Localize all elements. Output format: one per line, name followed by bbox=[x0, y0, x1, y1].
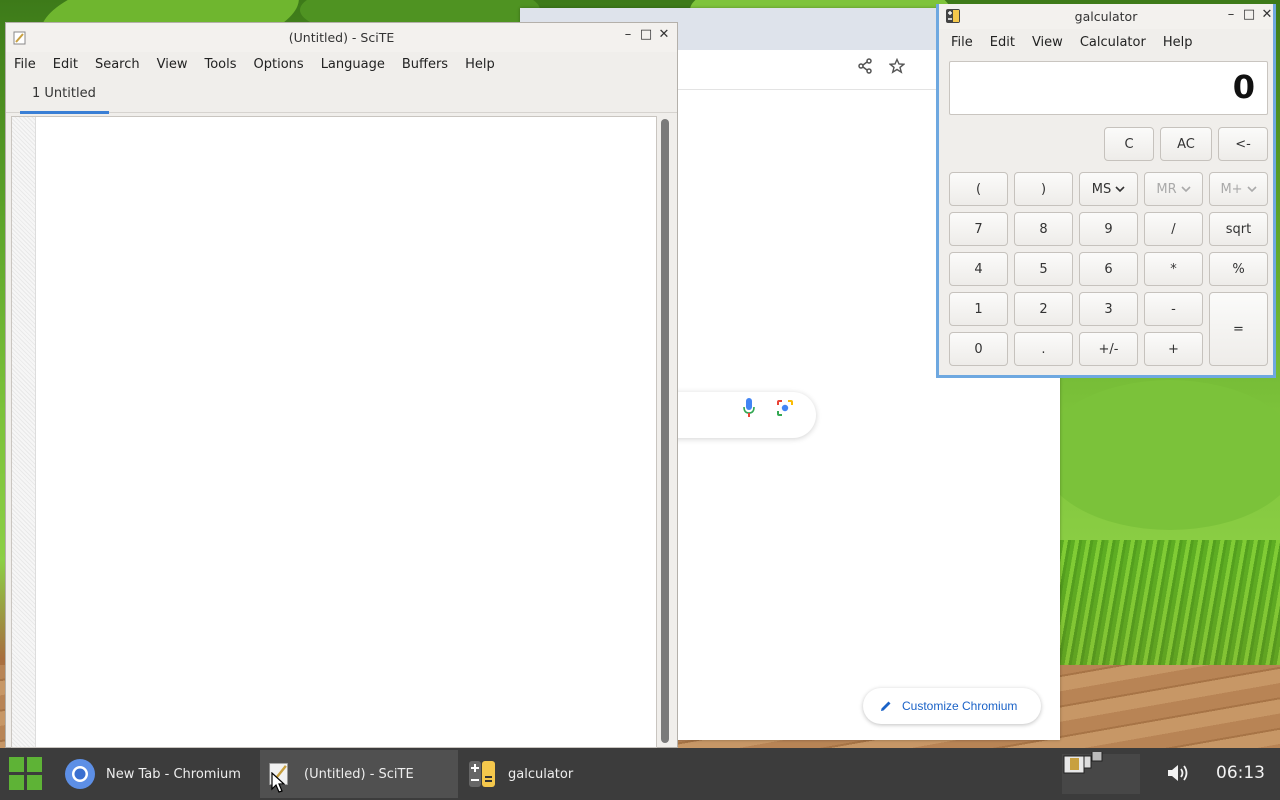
active-tab-indicator bbox=[20, 111, 109, 114]
task-label: galculator bbox=[508, 766, 574, 782]
chevron-down-icon bbox=[1115, 185, 1125, 192]
scite-titlebar[interactable]: (Untitled) - SciTE – □ ✕ bbox=[6, 23, 677, 52]
star-icon[interactable] bbox=[886, 57, 908, 80]
taskbar-item-scite[interactable]: (Untitled) - SciTE bbox=[260, 750, 458, 798]
divide-button[interactable]: / bbox=[1144, 212, 1203, 246]
menu-calculator[interactable]: Calculator bbox=[1080, 35, 1146, 50]
all-clear-button[interactable]: AC bbox=[1160, 127, 1212, 161]
digit-0-button[interactable]: 0 bbox=[949, 332, 1008, 366]
menu-buffers[interactable]: Buffers bbox=[402, 57, 448, 72]
taskbar-item-chromium[interactable]: New Tab - Chromium bbox=[58, 750, 258, 798]
workspace-pager[interactable] bbox=[1062, 752, 1140, 796]
sign-toggle-button[interactable]: +/- bbox=[1079, 332, 1138, 366]
digit-9-button[interactable]: 9 bbox=[1079, 212, 1138, 246]
menu-edit[interactable]: Edit bbox=[990, 35, 1015, 50]
chevron-down-icon bbox=[1246, 185, 1257, 192]
buffer-tab-untitled[interactable]: 1 Untitled bbox=[20, 86, 108, 112]
menu-tools[interactable]: Tools bbox=[204, 57, 236, 72]
digit-2-button[interactable]: 2 bbox=[1014, 292, 1073, 326]
menu-options[interactable]: Options bbox=[254, 57, 304, 72]
window-title: (Untitled) - SciTE bbox=[288, 30, 395, 45]
scite-window: (Untitled) - SciTE – □ ✕ File Edit Searc… bbox=[5, 22, 678, 748]
text-editor-area[interactable] bbox=[11, 116, 657, 748]
customize-label: Customize Chromium bbox=[902, 699, 1018, 713]
memory-add-button[interactable]: M+ bbox=[1209, 172, 1268, 206]
subtract-button[interactable]: - bbox=[1144, 292, 1203, 326]
taskbar: New Tab - Chromium (Untitled) - SciTE ga… bbox=[0, 748, 1280, 800]
taskbar-item-galculator[interactable]: galculator bbox=[460, 750, 658, 798]
mic-icon[interactable] bbox=[742, 397, 756, 419]
volume-icon[interactable] bbox=[1166, 762, 1190, 784]
display-value: 0 bbox=[1232, 68, 1255, 106]
digit-8-button[interactable]: 8 bbox=[1014, 212, 1073, 246]
memory-recall-button[interactable]: MR bbox=[1144, 172, 1203, 206]
menu-view[interactable]: View bbox=[1032, 35, 1063, 50]
menu-edit[interactable]: Edit bbox=[53, 57, 78, 72]
menu-file[interactable]: File bbox=[14, 57, 36, 72]
line-number-margin bbox=[12, 117, 36, 747]
clock[interactable]: 06:13 bbox=[1216, 763, 1265, 783]
share-icon[interactable] bbox=[854, 58, 876, 80]
scite-menubar: File Edit Search View Tools Options Lang… bbox=[6, 52, 677, 77]
open-paren-button[interactable]: ( bbox=[949, 172, 1008, 206]
minimize-icon[interactable]: – bbox=[1223, 7, 1239, 22]
menu-file[interactable]: File bbox=[951, 35, 973, 50]
memory-recall-label: MR bbox=[1156, 181, 1177, 197]
digit-4-button[interactable]: 4 bbox=[949, 252, 1008, 286]
calculator-display: 0 bbox=[949, 61, 1268, 115]
menu-search[interactable]: Search bbox=[95, 57, 140, 72]
digit-1-button[interactable]: 1 bbox=[949, 292, 1008, 326]
maximize-icon[interactable]: □ bbox=[1241, 7, 1257, 22]
memory-save-label: MS bbox=[1091, 181, 1112, 197]
backspace-button[interactable]: <- bbox=[1218, 127, 1268, 161]
memory-save-button[interactable]: MS bbox=[1079, 172, 1138, 206]
menu-view[interactable]: View bbox=[157, 57, 188, 72]
galculator-window: galculator – □ ✕ File Edit View Calculat… bbox=[936, 4, 1276, 378]
pencil-icon bbox=[881, 701, 891, 711]
menu-help[interactable]: Help bbox=[1163, 35, 1193, 50]
start-menu-button[interactable] bbox=[9, 757, 43, 791]
maximize-icon[interactable]: □ bbox=[638, 27, 654, 42]
memory-add-label: M+ bbox=[1220, 181, 1243, 197]
minimize-icon[interactable]: – bbox=[620, 27, 636, 42]
equals-button[interactable]: = bbox=[1209, 292, 1268, 366]
digit-7-button[interactable]: 7 bbox=[949, 212, 1008, 246]
task-label: (Untitled) - SciTE bbox=[304, 766, 414, 782]
digit-5-button[interactable]: 5 bbox=[1014, 252, 1073, 286]
editor-scrollbar[interactable] bbox=[661, 119, 669, 743]
digit-3-button[interactable]: 3 bbox=[1079, 292, 1138, 326]
close-paren-button[interactable]: ) bbox=[1014, 172, 1073, 206]
mouse-cursor bbox=[271, 772, 285, 793]
decimal-point-button[interactable]: . bbox=[1014, 332, 1073, 366]
task-label: New Tab - Chromium bbox=[106, 766, 241, 782]
galculator-titlebar[interactable]: galculator – □ ✕ bbox=[939, 4, 1273, 29]
close-icon[interactable]: ✕ bbox=[1259, 7, 1275, 22]
add-button[interactable]: + bbox=[1144, 332, 1203, 366]
galculator-menubar: File Edit View Calculator Help bbox=[939, 29, 1273, 55]
clear-button[interactable]: C bbox=[1104, 127, 1154, 161]
buffer-tabbar: 1 Untitled bbox=[6, 77, 677, 113]
menu-language[interactable]: Language bbox=[321, 57, 385, 72]
menu-help[interactable]: Help bbox=[465, 57, 495, 72]
lens-icon[interactable] bbox=[776, 399, 794, 417]
digit-6-button[interactable]: 6 bbox=[1079, 252, 1138, 286]
close-icon[interactable]: ✕ bbox=[656, 27, 672, 42]
customize-chromium-button[interactable]: Customize Chromium bbox=[863, 688, 1041, 724]
sqrt-button[interactable]: sqrt bbox=[1209, 212, 1268, 246]
percent-button[interactable]: % bbox=[1209, 252, 1268, 286]
multiply-button[interactable]: * bbox=[1144, 252, 1203, 286]
chevron-down-icon bbox=[1181, 185, 1191, 192]
chromium-icon bbox=[65, 759, 95, 789]
galculator-icon bbox=[467, 759, 497, 789]
